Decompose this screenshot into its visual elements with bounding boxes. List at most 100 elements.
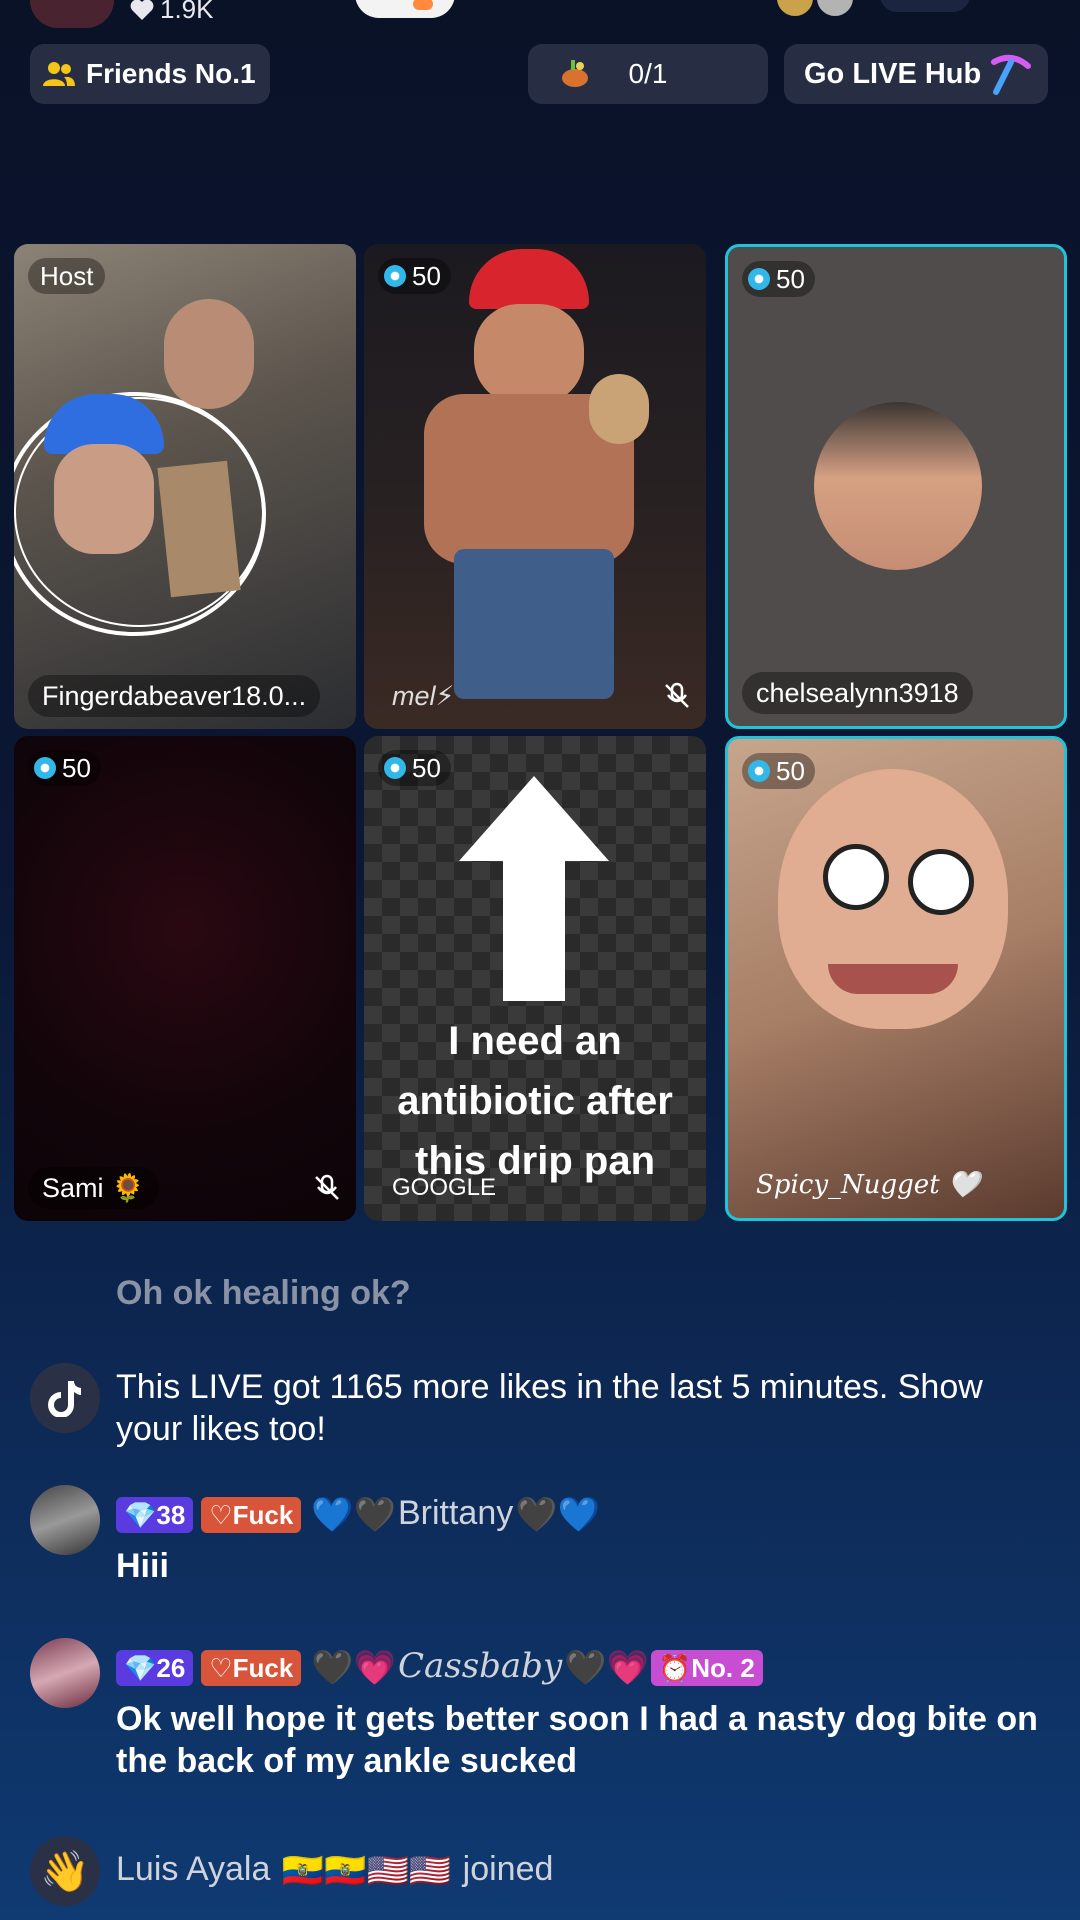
level-value: 38 (156, 1500, 186, 1531)
guest-name: mel⚡ (392, 680, 455, 711)
score-badge: 50 (28, 750, 101, 786)
avatar[interactable] (30, 1638, 100, 1708)
guest-name: GOOGLE (392, 1174, 497, 1201)
guest-tile-chelsea[interactable]: 50 chelsealynn3918 (725, 244, 1067, 729)
guest-name-tag[interactable]: chelsealynn3918 (742, 672, 973, 714)
go-live-hub-label: Go LIVE Hub (804, 57, 982, 90)
guest-name: chelsealynn3918 (756, 677, 959, 708)
guest-avatar (814, 402, 982, 570)
flag-icon: 🇪🇨🇪🇨🇺🇸🇺🇸 (281, 1852, 452, 1891)
host-badge-label: Host (40, 260, 94, 291)
wave-icon: 👋 (30, 1836, 100, 1906)
guest-name-tag[interactable]: GOOGLE (378, 1167, 510, 1209)
guest-face (164, 299, 254, 409)
username: Brittany (397, 1494, 514, 1532)
score-badge-label: 50 (62, 752, 91, 783)
red-cap (469, 249, 589, 309)
cardboard-sign (157, 460, 241, 598)
guest-name: Spicy_Nugget 🤍 (756, 1170, 981, 1200)
viewer-avatar[interactable] (775, 0, 815, 18)
gem-icon (748, 268, 770, 290)
guest-face (474, 304, 584, 404)
gem-icon (384, 265, 406, 287)
pot-icon (562, 60, 588, 87)
overlay-caption: I need an antibiotic after this drip pan (397, 1019, 673, 1183)
join-text: joined (462, 1850, 554, 1888)
score-badge-label: 50 (776, 263, 805, 294)
top-status-strip: 1.9K (0, 0, 1080, 30)
viewer-count-pill[interactable] (880, 0, 970, 12)
rank-badge: ⏰ No. 2 (650, 1650, 763, 1687)
arrow-up-icon (459, 776, 609, 1001)
guest-tile-host[interactable]: Host Fingerdabeaver18.0... (14, 244, 356, 729)
guest-tile-spicy[interactable]: 50 Spicy_Nugget 🤍 (725, 736, 1067, 1221)
goal-counter-label: 0/1 (628, 58, 668, 89)
viewer-avatar[interactable] (815, 0, 855, 18)
score-badge: 50 (742, 261, 815, 297)
guest-name: Fingerdabeaver18.0... (42, 680, 307, 711)
fan-club-badge: ♡ Fuck (201, 1650, 302, 1687)
chat-message: Oh ok healing ok? (116, 1274, 411, 1312)
fan-club-label: Fuck (232, 1500, 294, 1531)
likes-count: 1.9K (130, 0, 214, 25)
guest-name-tag[interactable]: mel⚡ (378, 675, 468, 717)
level-badge: 💎 38 (116, 1497, 194, 1534)
friends-pill[interactable]: Friends No.1 (30, 44, 270, 104)
score-badge: 50 (742, 753, 815, 789)
score-badge-label: 50 (776, 755, 805, 786)
username: Cassbaby (397, 1646, 563, 1686)
users-icon (43, 62, 75, 86)
heart-icon: 🖤💗 (311, 1649, 396, 1688)
guest-face (54, 444, 154, 554)
score-badge: 50 (378, 258, 451, 294)
tiktok-icon (30, 1363, 100, 1433)
rank-label: No. 2 (691, 1653, 755, 1684)
friends-pill-label: Friends No.1 (86, 58, 256, 89)
blue-heart-icon: 💙🖤 (311, 1496, 396, 1535)
guest-tile-mel[interactable]: 50 mel⚡ (364, 244, 706, 729)
gem-icon (384, 757, 406, 779)
system-message: This LIVE got 1165 more likes in the las… (116, 1368, 983, 1448)
username: Luis Ayala (116, 1850, 271, 1888)
mic-off-icon (315, 1174, 339, 1200)
fan-club-label: Fuck (232, 1653, 294, 1684)
follow-pill[interactable] (355, 0, 455, 18)
heart-icon: 🖤💗 (564, 1649, 649, 1688)
chat-user-line[interactable]: 💎 38 ♡ Fuck 💙🖤Brittany🖤💙 (116, 1492, 602, 1536)
host-avatar[interactable] (30, 0, 114, 28)
guest-name-tag[interactable]: Spicy_Nugget 🤍 (742, 1164, 994, 1206)
chat-message: Hiii (116, 1547, 169, 1585)
fan-club-badge: ♡ Fuck (201, 1497, 302, 1534)
blue-heart-icon: 🖤💙 (515, 1496, 600, 1535)
guest-tile-sami[interactable]: 50 Sami 🌻 (14, 736, 356, 1221)
avatar[interactable] (30, 1485, 100, 1555)
goal-counter-pill[interactable]: 0/1 (528, 44, 768, 104)
cartoon-eye (823, 844, 889, 910)
score-badge-label: 50 (412, 260, 441, 291)
guest-tile-google[interactable]: 50 I need an antibiotic after this drip … (364, 736, 706, 1221)
likes-count-label: 1.9K (160, 0, 214, 24)
chihuahua (589, 374, 649, 444)
mic-off-icon (665, 682, 689, 708)
chat-message: Ok well hope it gets better soon I had a… (116, 1700, 1038, 1780)
cartoon-smile (828, 964, 958, 994)
level-badge: 💎 26 (116, 1650, 194, 1687)
guest-name-tag[interactable]: Sami 🌻 (28, 1167, 159, 1209)
guest-name-tag[interactable]: Fingerdabeaver18.0... (28, 675, 321, 717)
gem-icon (34, 757, 56, 779)
go-live-hub-button[interactable]: Go LIVE Hub (784, 44, 1048, 104)
cartoon-eye (908, 849, 974, 915)
heart-icon (130, 0, 154, 20)
score-badge-label: 50 (412, 752, 441, 783)
jeans (454, 549, 614, 699)
follow-dot (413, 0, 433, 10)
chat-user-line[interactable]: 💎 26 ♡ Fuck 🖤💗Cassbaby🖤💗 ⏰ No. 2 (116, 1645, 771, 1689)
top-viewers[interactable] (775, 0, 865, 18)
score-badge: 50 (378, 750, 451, 786)
host-badge: Host (28, 258, 106, 294)
guest-name: Sami 🌻 (42, 1173, 145, 1203)
join-line: Luis Ayala 🇪🇨🇪🇨🇺🇸🇺🇸 joined (116, 1848, 553, 1892)
pickaxe-icon (991, 54, 1031, 95)
gem-icon (748, 760, 770, 782)
level-value: 26 (156, 1653, 186, 1684)
